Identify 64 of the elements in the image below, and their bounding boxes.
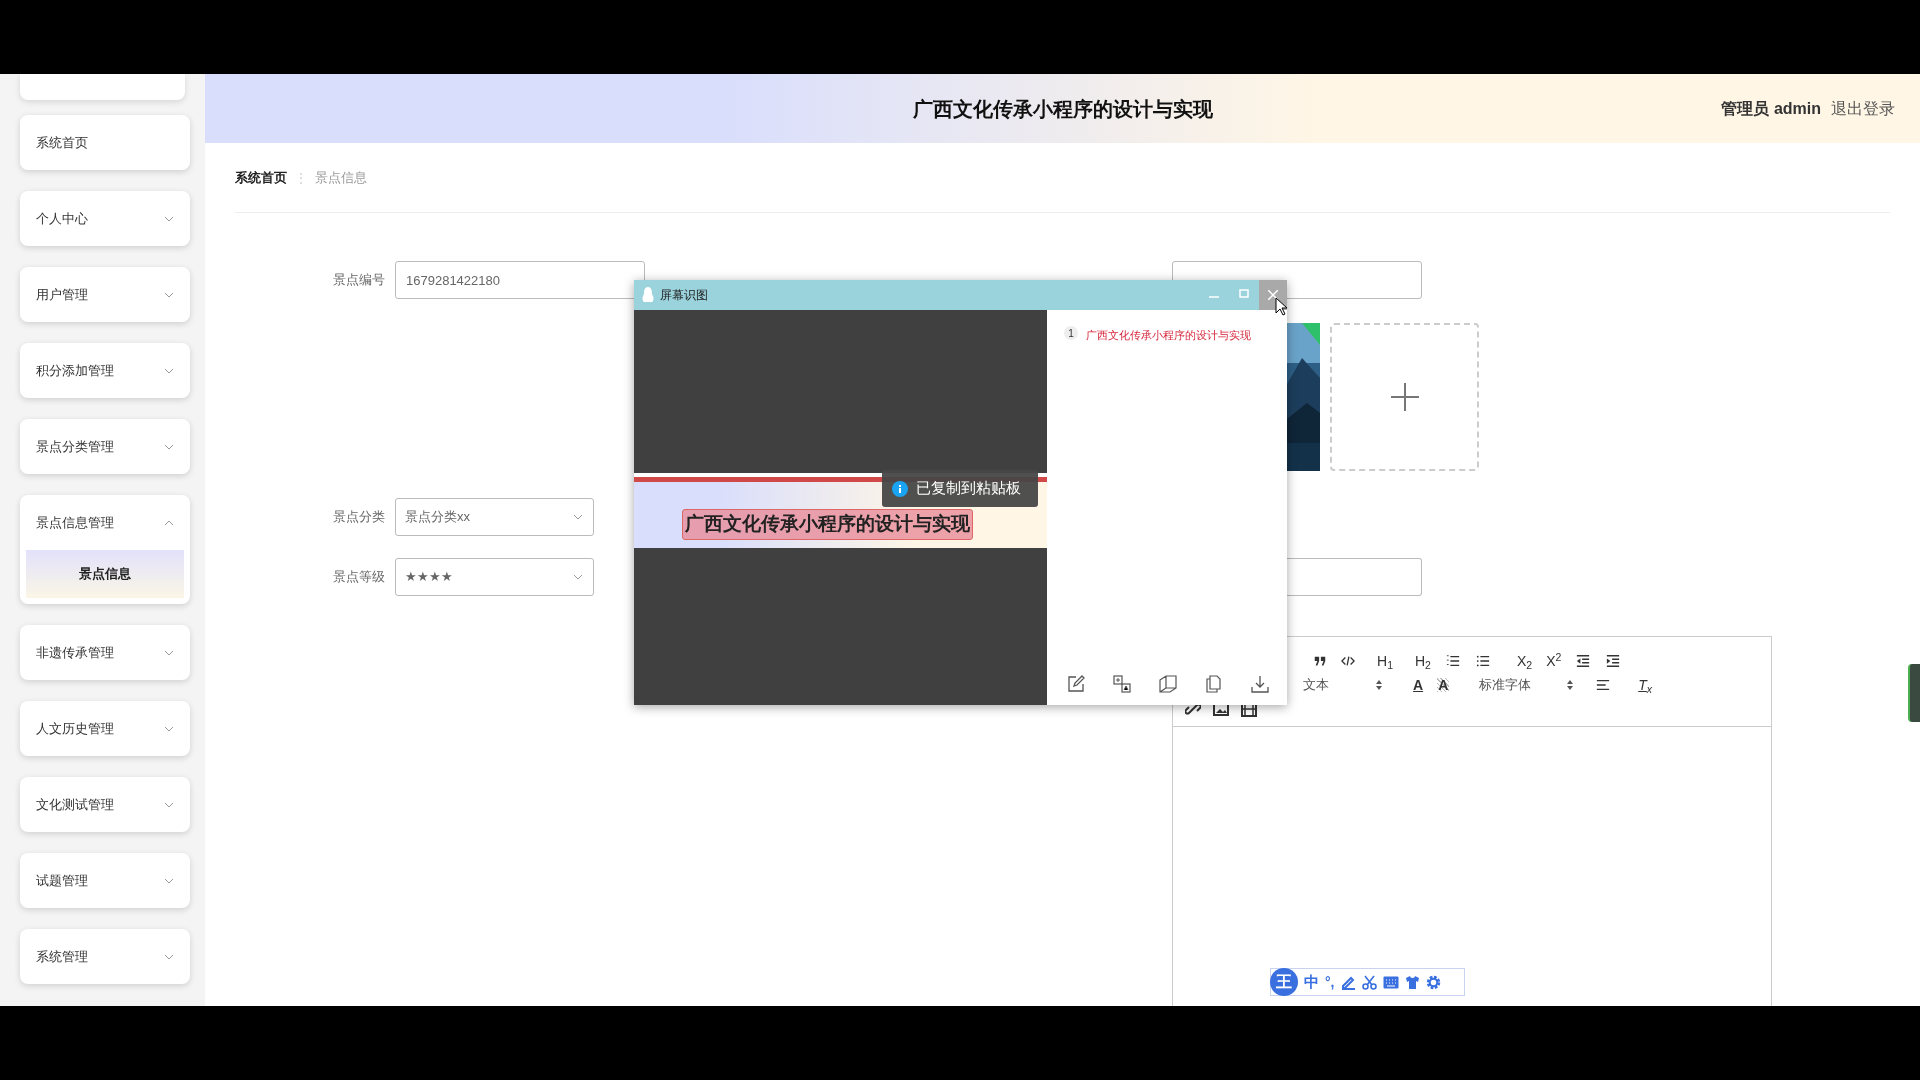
penguin-icon xyxy=(642,287,654,303)
clear-format-button[interactable]: T$_{x}$ xyxy=(1638,678,1653,692)
submenu-item[interactable]: 景点信息 xyxy=(26,550,184,598)
sidebar-menu-item[interactable]: 系统管理 xyxy=(20,929,190,984)
ordered-list-icon[interactable] xyxy=(1444,654,1461,668)
app-title: 广西文化传承小程序的设计与实现 xyxy=(912,96,1213,122)
select-field[interactable]: ★★★★ xyxy=(395,558,594,596)
ime-logo[interactable]: 王 xyxy=(1270,968,1298,996)
close-icon xyxy=(1268,290,1278,300)
sidebar-menu-item[interactable]: 试题管理 xyxy=(20,853,190,908)
heading-button[interactable]: H$_{2}$ xyxy=(1414,654,1431,668)
chevron-down-icon xyxy=(573,574,583,580)
logout-link[interactable]: 退出登录 xyxy=(1831,96,1895,121)
heading-button[interactable]: H$_{1}$ xyxy=(1377,654,1393,668)
recognized-text-highlight: 广西文化传承小程序的设计与实现 xyxy=(682,509,973,540)
plus-icon xyxy=(1390,383,1419,411)
settings-icon[interactable] xyxy=(1425,974,1441,990)
pen-icon[interactable] xyxy=(1340,974,1356,990)
window-title: 屏幕识图 xyxy=(660,287,708,304)
highlight-button[interactable]: A xyxy=(1437,678,1450,692)
bullet-list-icon[interactable] xyxy=(1474,654,1491,668)
indent-icon[interactable] xyxy=(1605,654,1622,668)
shirt-icon[interactable] xyxy=(1404,974,1420,990)
select-field[interactable]: 景点分类xx xyxy=(395,498,594,536)
align-left-icon[interactable] xyxy=(1596,678,1611,692)
breadcrumb-link[interactable]: 系统首页 xyxy=(235,167,287,188)
sidebar-menu-item[interactable]: 景点信息管理 xyxy=(20,495,190,550)
scissors-icon[interactable] xyxy=(1361,974,1377,990)
font-color-button[interactable]: A xyxy=(1413,678,1424,692)
outdent-icon[interactable] xyxy=(1575,654,1592,668)
sidebar-menu-item[interactable]: 景点分类管理 xyxy=(20,419,190,474)
subscript-button[interactable]: X$_{2}$ xyxy=(1516,654,1533,668)
font-select[interactable]: 标准字体 xyxy=(1479,675,1575,695)
field-label: 景点分类 xyxy=(332,508,386,527)
chevron-down-icon xyxy=(573,514,583,520)
superscript-button[interactable]: X$^{2}$ xyxy=(1546,654,1562,668)
sort-arrows-icon xyxy=(1375,679,1383,691)
sort-arrows-icon xyxy=(1566,679,1575,691)
sidebar-menu-item[interactable]: 用户管理 xyxy=(20,267,190,322)
sidebar-menu-item[interactable]: 非遗传承管理 xyxy=(20,625,190,680)
result-number: 1 xyxy=(1064,326,1078,340)
code-icon[interactable] xyxy=(1341,654,1355,668)
sidebar-menu-item[interactable]: 文化测试管理 xyxy=(20,777,190,832)
keyboard-icon[interactable] xyxy=(1382,975,1399,989)
format-select[interactable]: 文本 xyxy=(1303,675,1383,695)
sidebar-item[interactable]: 系统首页 xyxy=(20,115,190,170)
sidebar-menu-item[interactable]: 积分添加管理 xyxy=(20,343,190,398)
copy-icon[interactable] xyxy=(1205,675,1223,693)
field-label: 景点编号 xyxy=(332,271,386,290)
user-label: 管理员 admin xyxy=(1721,98,1821,119)
sidebar-menu-item[interactable]: 个人中心 xyxy=(20,191,190,246)
sidebar-menu-item[interactable]: 人文历史管理 xyxy=(20,701,190,756)
input-field[interactable]: 1679281422180 xyxy=(395,261,645,299)
download-icon[interactable] xyxy=(1251,675,1269,693)
info-icon xyxy=(892,480,908,497)
recognized-text[interactable]: 广西文化传承小程序的设计与实现 xyxy=(1086,324,1251,346)
breadcrumb-separator: ⋮ xyxy=(295,169,307,187)
edit-icon[interactable] xyxy=(1067,675,1085,693)
scroll-handle[interactable] xyxy=(1908,664,1920,722)
punctuation-button[interactable]: °, xyxy=(1325,971,1335,993)
quote-icon[interactable] xyxy=(1313,654,1327,668)
field-label: 景点等级 xyxy=(332,568,386,587)
toast-message: 已复制到粘贴板 xyxy=(916,478,1021,499)
language-mode-button[interactable]: 中 xyxy=(1304,970,1319,994)
